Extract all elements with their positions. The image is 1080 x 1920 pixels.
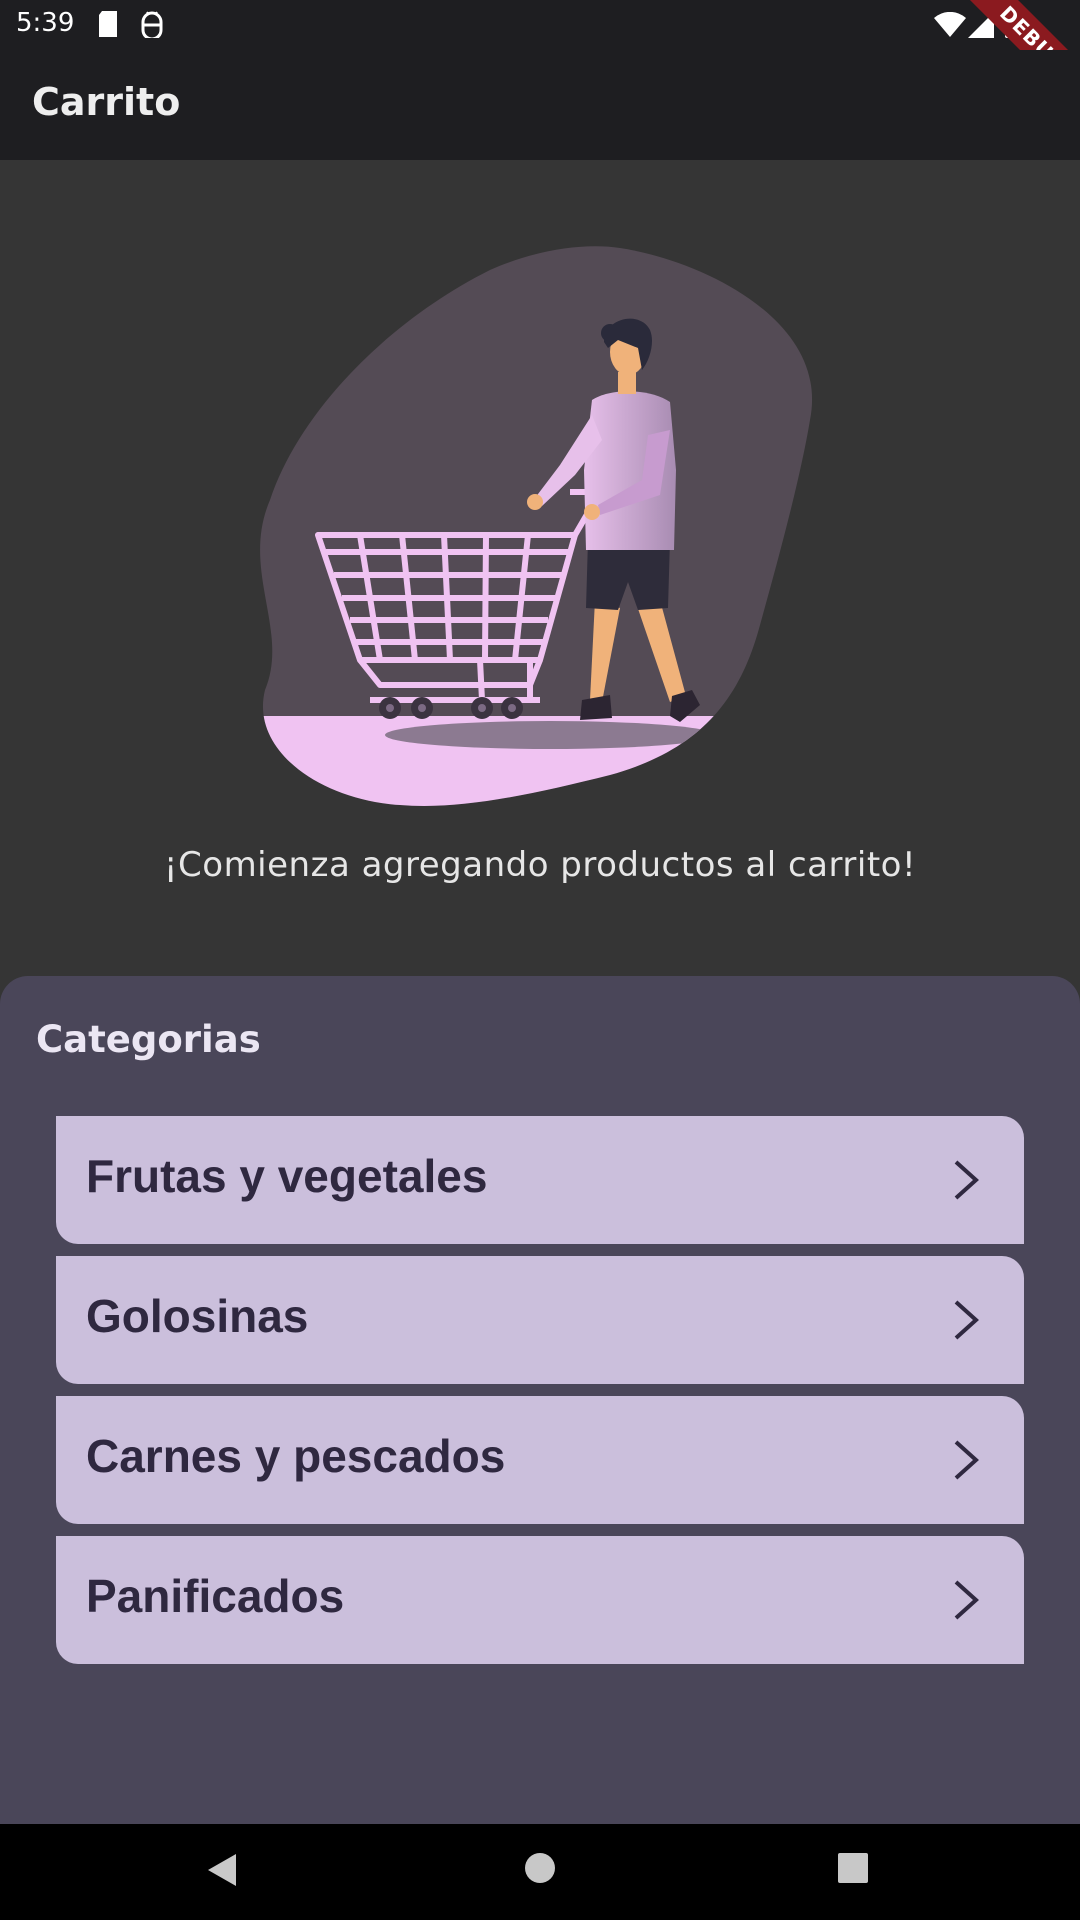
categories-panel: Categorias Frutas y vegetales Golosinas …: [0, 976, 1080, 1824]
status-bar: 5:39 DEBUG: [0, 0, 1080, 119]
category-label: Golosinas: [86, 1290, 309, 1342]
wifi-icon: [934, 11, 966, 43]
android-debug-icon: [139, 10, 165, 43]
category-item-frutas-y-vegetales[interactable]: Frutas y vegetales: [56, 1116, 1024, 1244]
chevron-right-icon: [954, 1580, 979, 1620]
sd-card-icon: [97, 10, 119, 43]
categories-title: Categorias: [36, 1018, 261, 1061]
empty-cart-message: ¡Comienza agregando productos al carrito…: [163, 845, 917, 885]
category-item-panificados[interactable]: Panificados: [56, 1536, 1024, 1664]
category-item-carnes-y-pescados[interactable]: Carnes y pescados: [56, 1396, 1024, 1524]
category-label: Frutas y vegetales: [86, 1150, 488, 1202]
chevron-right-icon: [954, 1300, 979, 1340]
system-nav-bar: [0, 1824, 1080, 1920]
category-item-golosinas[interactable]: Golosinas: [56, 1256, 1024, 1384]
category-label: Panificados: [86, 1570, 345, 1622]
recents-icon[interactable]: [838, 1853, 868, 1883]
home-icon[interactable]: [524, 1852, 556, 1884]
app-bar: Carrito: [0, 50, 1080, 160]
back-icon[interactable]: [206, 1852, 238, 1888]
category-label: Carnes y pescados: [86, 1430, 506, 1482]
cart-screen: 5:39 DEBUG Carrito ¡Comienza agregando p…: [0, 0, 1080, 1920]
chevron-right-icon: [954, 1440, 979, 1480]
chevron-right-icon: [954, 1160, 979, 1200]
empty-cart-illustration: [230, 230, 850, 820]
status-time: 5:39: [16, 8, 75, 38]
page-title: Carrito: [32, 80, 181, 124]
